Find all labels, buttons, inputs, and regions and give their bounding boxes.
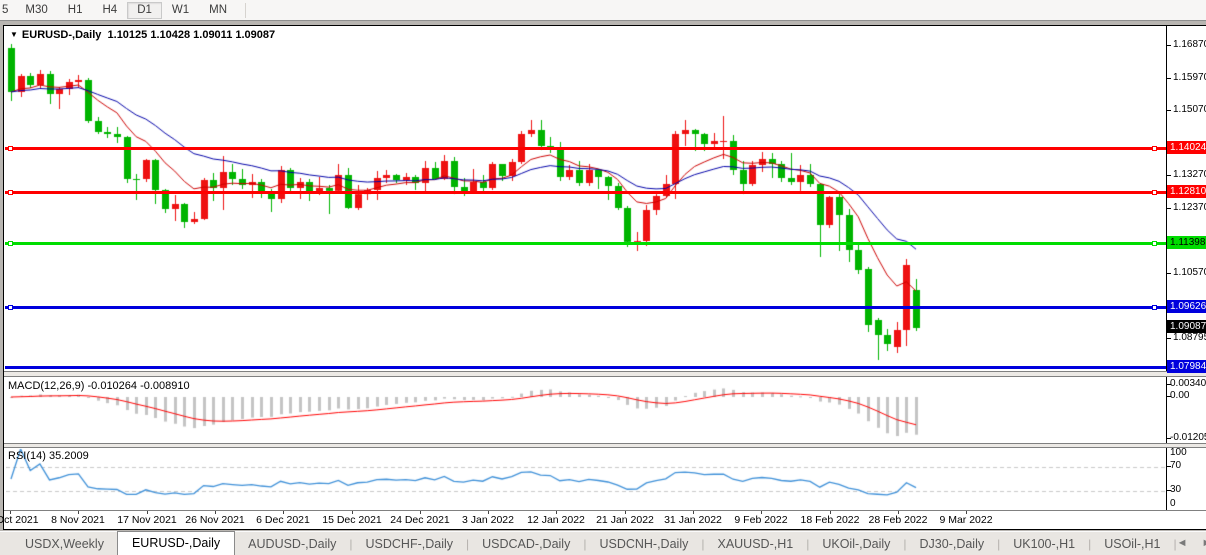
tab-uk100-h1[interactable]: UK100-,H1	[1000, 534, 1088, 555]
macd-axis-label: 0.00	[1170, 390, 1189, 401]
time-axis[interactable]: 29 Oct 20218 Nov 202117 Nov 202126 Nov 2…	[4, 511, 1206, 529]
toolbar-separator	[245, 3, 246, 18]
price-axis-tick	[1167, 45, 1171, 46]
tab-audusd-daily[interactable]: AUDUSD-,Daily	[235, 534, 349, 555]
chart-symbol-label: EURUSD-,Daily	[22, 29, 101, 41]
price-axis-label: 1.16870	[1173, 39, 1206, 50]
time-axis-label: 15 Dec 2021	[322, 514, 382, 526]
chart-window	[3, 25, 1206, 530]
tab-scroll-arrows: ◄►	[1177, 537, 1206, 555]
tab-usdx-weekly[interactable]: USDX,Weekly	[12, 534, 117, 555]
price-axis-label: 1.15970	[1173, 72, 1206, 83]
time-axis-label: 3 Jan 2022	[462, 514, 514, 526]
line-handle[interactable]	[1152, 146, 1157, 151]
price-axis-tick	[1167, 338, 1171, 339]
time-axis-label: 26 Nov 2021	[185, 514, 245, 526]
macd-axis-label: 0.0034080	[1170, 378, 1206, 389]
rsi-header: RSI(14) 35.2009	[8, 450, 89, 462]
price-axis-label: 1.12370	[1173, 202, 1206, 213]
price-level-badge: 1.11398	[1167, 236, 1206, 249]
rsi-axis-label: 0	[1170, 498, 1176, 509]
time-axis-label: 9 Mar 2022	[939, 514, 992, 526]
time-axis-label: 17 Nov 2021	[117, 514, 177, 526]
price-axis-tick	[1167, 208, 1171, 209]
chart-tab-bar: USDX,WeeklyEURUSD-,DailyAUDUSD-,Daily|US…	[0, 531, 1206, 555]
tab-scroll-left-button[interactable]: ◄	[1177, 537, 1188, 549]
time-axis-label: 29 Oct 2021	[0, 514, 39, 526]
time-axis-label: 8 Nov 2021	[51, 514, 105, 526]
timeframe-button-5[interactable]: 5	[0, 2, 15, 19]
tab-dj30-daily[interactable]: DJ30-,Daily	[907, 534, 998, 555]
macd-axis-label: -0.0120500	[1170, 432, 1206, 443]
time-axis-label: 6 Dec 2021	[256, 514, 310, 526]
line-handle[interactable]	[8, 190, 13, 195]
price-axis-label: 1.08795	[1173, 332, 1206, 343]
time-axis-label: 21 Jan 2022	[596, 514, 654, 526]
chart-canvas[interactable]	[6, 26, 1167, 512]
tab-usdcad-daily[interactable]: USDCAD-,Daily	[469, 534, 583, 555]
time-axis-label: 18 Feb 2022	[801, 514, 860, 526]
line-handle[interactable]	[1152, 305, 1157, 310]
timeframe-button-d1[interactable]: D1	[127, 2, 162, 19]
time-axis-label: 31 Jan 2022	[664, 514, 722, 526]
timeframe-button-w1[interactable]: W1	[162, 2, 199, 19]
support-resistance-line[interactable]	[5, 242, 1166, 245]
line-handle[interactable]	[8, 305, 13, 310]
tab-usdcnh-daily[interactable]: USDCNH-,Daily	[586, 534, 701, 555]
chart-ohlc-values: 1.10125 1.10428 1.09011 1.09087	[108, 29, 276, 41]
support-resistance-line[interactable]	[5, 147, 1166, 150]
price-axis-tick	[1167, 78, 1171, 79]
rsi-axis-label: 100	[1170, 447, 1187, 458]
line-handle[interactable]	[1152, 190, 1157, 195]
line-handle[interactable]	[1152, 241, 1157, 246]
rsi-title: RSI(14)	[8, 450, 46, 462]
time-axis-label: 9 Feb 2022	[734, 514, 787, 526]
chart-title: ▼ EURUSD-,Daily 1.10125 1.10428 1.09011 1…	[10, 29, 275, 41]
price-axis-tick	[1167, 175, 1171, 176]
tab-eurusd-daily[interactable]: EURUSD-,Daily	[117, 531, 235, 555]
tab-usoil-h1[interactable]: USOil-,H1	[1091, 534, 1173, 555]
time-axis-label: 24 Dec 2021	[390, 514, 450, 526]
time-axis-label: 28 Feb 2022	[869, 514, 928, 526]
timeframe-button-mn[interactable]: MN	[199, 2, 237, 19]
macd-values: -0.010264 -0.008910	[87, 380, 189, 392]
symbol-dropdown-icon[interactable]: ▼	[10, 30, 18, 39]
price-axis-tick	[1167, 273, 1171, 274]
rsi-value: 35.2009	[49, 450, 89, 462]
price-level-badge: 1.12810	[1167, 185, 1206, 198]
timeframe-button-h4[interactable]: H4	[92, 2, 127, 19]
mt4-application: { "toolbar": { "timeframes": [ {"label":…	[0, 0, 1206, 555]
line-handle[interactable]	[8, 241, 13, 246]
support-resistance-line[interactable]	[5, 191, 1166, 194]
current-price-badge: 1.09087	[1167, 320, 1206, 333]
price-level-badge: 1.09626	[1167, 300, 1206, 313]
support-resistance-line[interactable]	[5, 366, 1166, 369]
price-axis-label: 1.13270	[1173, 169, 1206, 180]
rsi-axis-label: 70	[1170, 460, 1181, 471]
price-axis-label: 1.10570	[1173, 267, 1206, 278]
time-axis-label: 12 Jan 2022	[527, 514, 585, 526]
tab-scroll-right-button[interactable]: ►	[1202, 537, 1206, 549]
timeframe-button-h1[interactable]: H1	[58, 2, 93, 19]
price-level-badge: 1.14024	[1167, 141, 1206, 154]
macd-header: MACD(12,26,9) -0.010264 -0.008910	[8, 380, 190, 392]
timeframe-button-m30[interactable]: M30	[15, 2, 57, 19]
pane-splitter[interactable]	[4, 443, 1206, 448]
price-axis-label: 1.15070	[1173, 104, 1206, 115]
support-resistance-line[interactable]	[5, 306, 1166, 309]
macd-title: MACD(12,26,9)	[8, 380, 84, 392]
rsi-axis-label: 30	[1170, 484, 1181, 495]
tab-usdchf-daily[interactable]: USDCHF-,Daily	[353, 534, 467, 555]
pane-splitter[interactable]	[4, 371, 1206, 377]
price-axis-tick	[1167, 110, 1171, 111]
tab-ukoil-daily[interactable]: UKOil-,Daily	[809, 534, 903, 555]
line-handle[interactable]	[8, 146, 13, 151]
tab-xauusd-h1[interactable]: XAUUSD-,H1	[704, 534, 806, 555]
price-level-badge: 1.07984	[1167, 360, 1206, 373]
timeframe-toolbar: 5M30H1H4D1W1MN	[0, 0, 1206, 21]
